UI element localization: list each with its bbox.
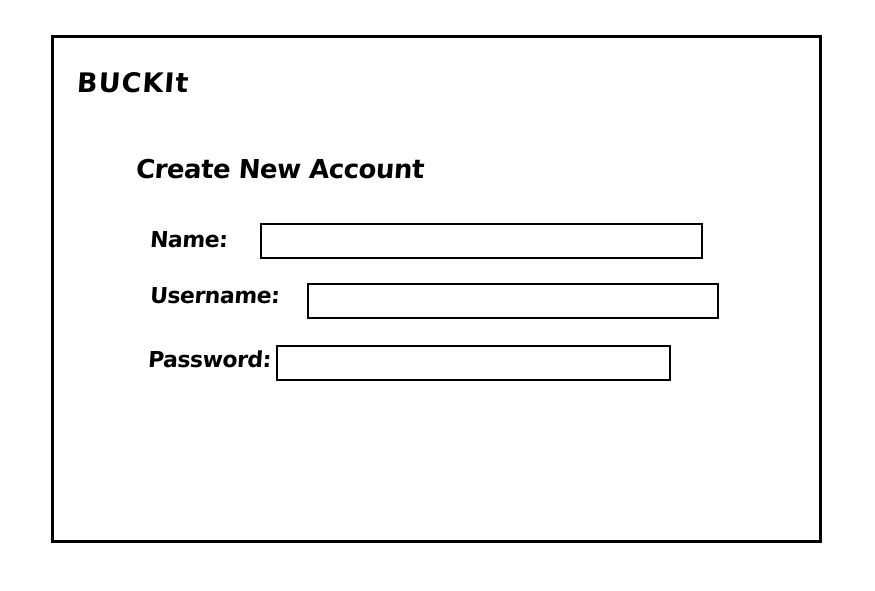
name-field[interactable]: [260, 223, 703, 259]
username-label: Username:: [149, 284, 281, 309]
app-title: BUCKIt: [75, 68, 191, 99]
password-label: Password:: [147, 348, 272, 373]
password-field[interactable]: [276, 345, 671, 381]
name-label: Name:: [149, 228, 229, 253]
username-field[interactable]: [307, 283, 719, 319]
page-title: Create New Account: [134, 155, 425, 185]
